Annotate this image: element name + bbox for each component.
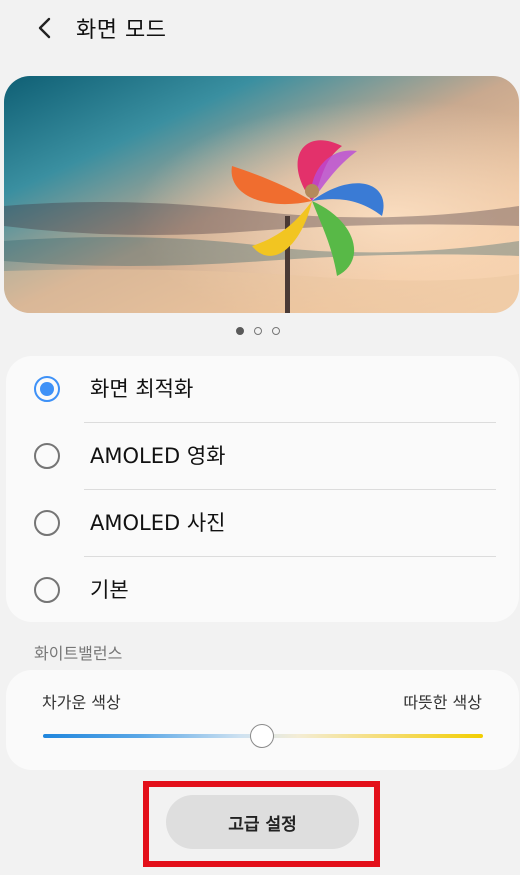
radio-unselected[interactable] xyxy=(34,577,60,603)
mode-option-optimized[interactable]: 화면 최적화 xyxy=(6,356,519,422)
header: 화면 모드 xyxy=(0,0,520,56)
white-balance-title: 화이트밸런스 xyxy=(34,644,123,663)
radio-unselected[interactable] xyxy=(34,443,60,469)
warm-color-label: 따뜻한 색상 xyxy=(403,693,482,712)
pager-dot[interactable] xyxy=(254,327,262,335)
advanced-settings-button[interactable]: 고급 설정 xyxy=(166,795,359,849)
back-button[interactable] xyxy=(26,10,62,46)
preview-image[interactable] xyxy=(4,76,519,313)
radio-selected[interactable] xyxy=(34,376,60,402)
pager-dot-active[interactable] xyxy=(236,327,244,335)
page-title: 화면 모드 xyxy=(76,18,167,43)
slider-thumb[interactable] xyxy=(250,724,274,748)
mode-option-label: AMOLED 영화 xyxy=(90,444,226,468)
mode-option-basic[interactable]: 기본 xyxy=(6,557,519,623)
mode-option-label: AMOLED 사진 xyxy=(90,511,226,535)
mode-option-amoled-photo[interactable]: AMOLED 사진 xyxy=(6,490,519,556)
pager-dot[interactable] xyxy=(272,327,280,335)
white-balance-card: 차가운 색상 따뜻한 색상 xyxy=(6,670,519,770)
preview-pager xyxy=(236,325,280,337)
mode-option-label: 화면 최적화 xyxy=(90,377,194,401)
cool-color-label: 차가운 색상 xyxy=(42,693,121,712)
screen-mode-card: 화면 최적화 AMOLED 영화 AMOLED 사진 기본 xyxy=(6,356,519,622)
chevron-left-icon xyxy=(38,17,51,39)
mode-option-amoled-cinema[interactable]: AMOLED 영화 xyxy=(6,423,519,489)
radio-unselected[interactable] xyxy=(34,510,60,536)
pinwheel-image xyxy=(4,76,519,313)
mode-option-label: 기본 xyxy=(90,578,129,602)
